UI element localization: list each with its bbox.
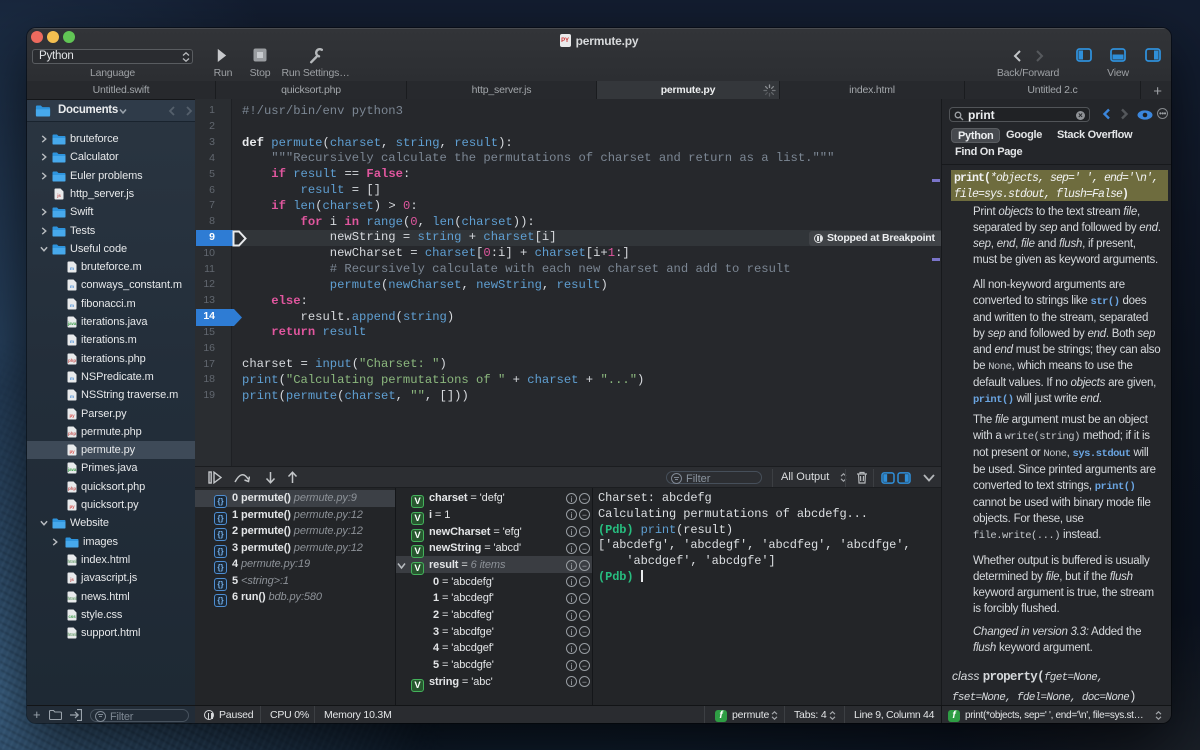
svg-text:css: css: [68, 614, 76, 619]
svg-text:js: js: [69, 577, 74, 582]
svg-text:php: php: [68, 358, 76, 363]
svg-text:m: m: [70, 266, 74, 271]
svg-text:m: m: [70, 303, 74, 308]
svg-text:html: html: [67, 559, 76, 564]
svg-text:m: m: [70, 339, 74, 344]
svg-text:py: py: [69, 413, 75, 418]
svg-text:py: py: [69, 504, 75, 509]
svg-text:m: m: [70, 376, 74, 381]
svg-text:m: m: [70, 394, 74, 399]
svg-text:php: php: [68, 431, 76, 436]
svg-text:html: html: [67, 632, 76, 637]
svg-text:js: js: [56, 193, 61, 198]
svg-text:php: php: [68, 486, 76, 491]
svg-text:py: py: [69, 449, 75, 454]
svg-text:java: java: [67, 321, 77, 326]
svg-text:m: m: [70, 284, 74, 289]
svg-text:html: html: [67, 596, 76, 601]
svg-text:java: java: [67, 467, 77, 472]
